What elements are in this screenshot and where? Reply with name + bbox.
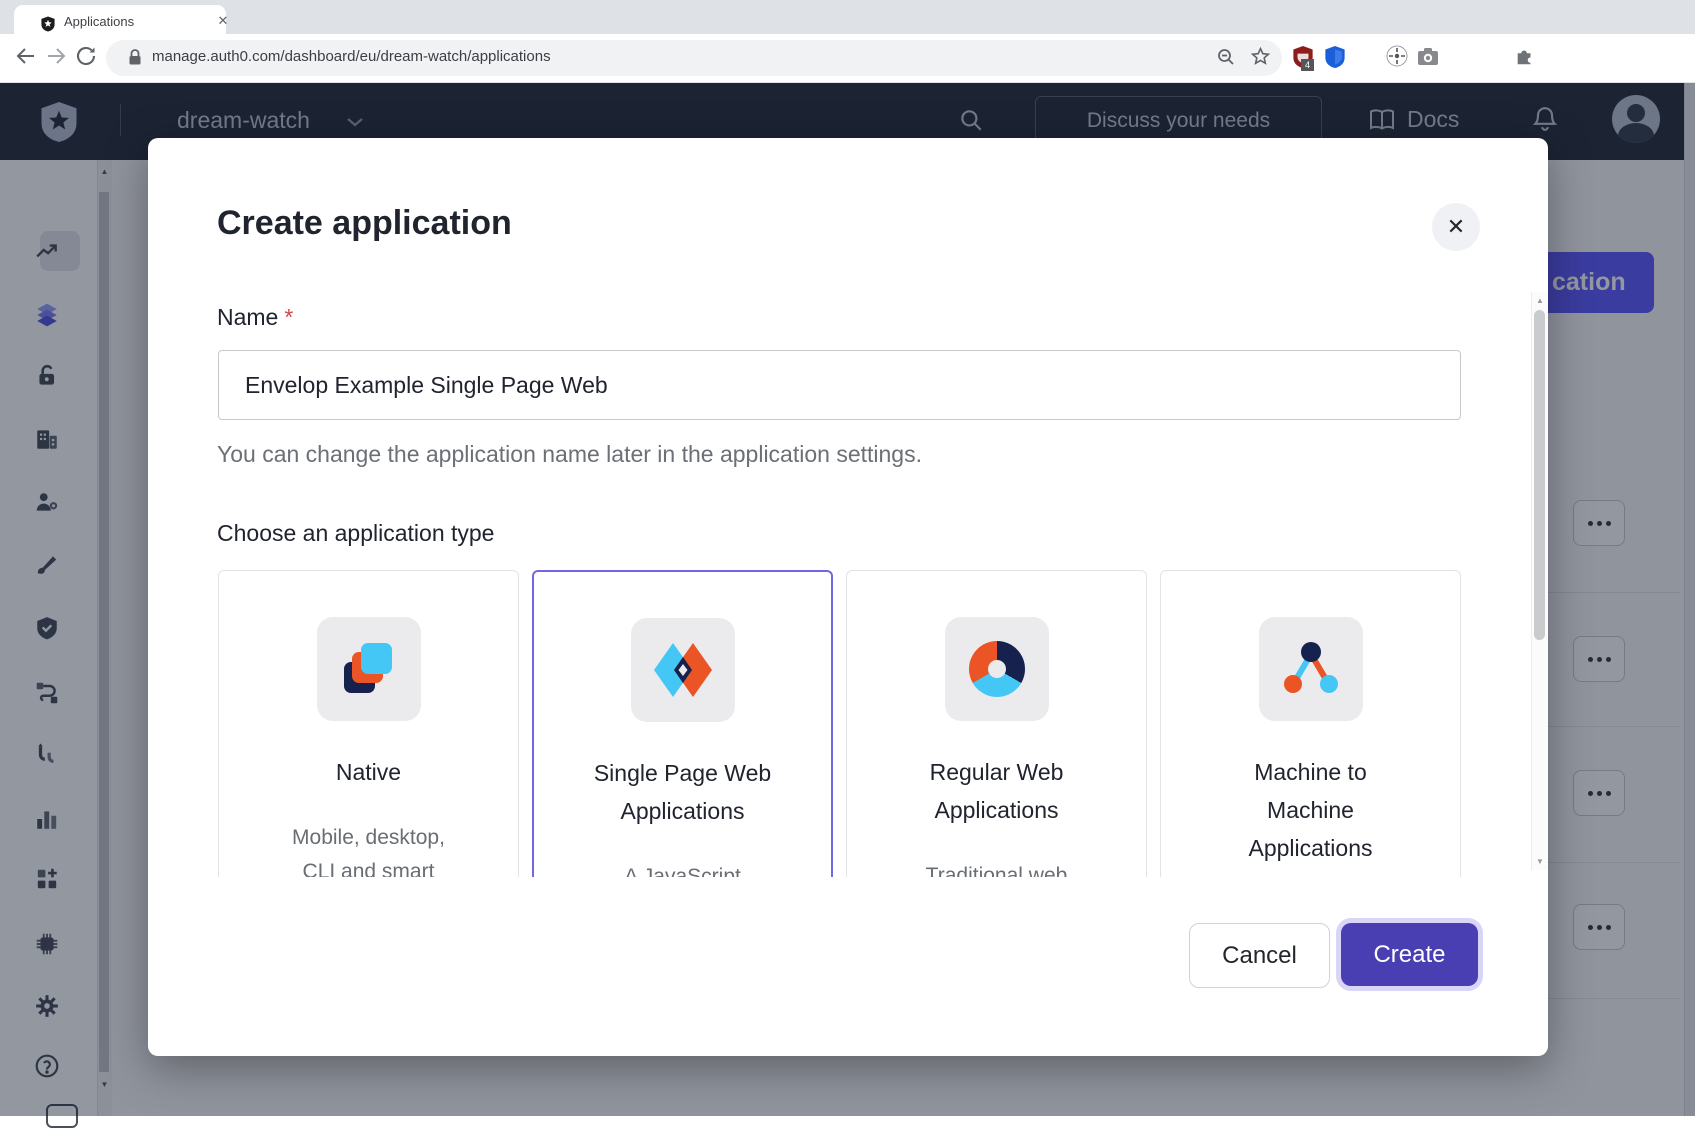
https-lock-icon xyxy=(128,48,142,67)
forward-button[interactable] xyxy=(44,44,72,72)
app-type-card-regular-web[interactable]: Regular WebApplications Traditional web xyxy=(846,570,1147,877)
tab-title: Applications xyxy=(64,14,134,29)
ublock-badge: 4 xyxy=(1301,59,1314,71)
card-description: Mobile, desktop,CLI and smart xyxy=(219,821,518,877)
zoom-page-icon[interactable] xyxy=(1216,47,1236,67)
modal-scroll-down-icon[interactable]: ▼ xyxy=(1532,857,1548,866)
card-description: A JavaScript xyxy=(534,860,831,877)
reload-button[interactable] xyxy=(74,44,102,72)
modal-close-button[interactable]: ✕ xyxy=(1432,203,1480,251)
app-type-card-single-page[interactable]: Single Page WebApplications A JavaScript xyxy=(532,570,833,877)
native-app-icon xyxy=(317,617,421,721)
required-asterisk: * xyxy=(278,304,293,330)
create-button[interactable]: Create xyxy=(1341,923,1478,986)
create-application-modal: ✕ Create application Name* You can chang… xyxy=(148,138,1548,1056)
modal-title: Create application xyxy=(217,204,512,243)
application-type-cards: Native Mobile, desktop,CLI and smart Sin… xyxy=(218,570,1461,877)
camera-extension-icon[interactable] xyxy=(1417,47,1439,66)
application-name-input[interactable] xyxy=(218,350,1461,420)
card-description: Traditional web xyxy=(847,859,1146,877)
bookmark-star-icon[interactable] xyxy=(1250,46,1271,67)
app-type-card-machine-to-machine[interactable]: Machine toMachineApplications xyxy=(1160,570,1461,877)
app-type-card-native[interactable]: Native Mobile, desktop,CLI and smart xyxy=(218,570,519,877)
extensions-puzzle-icon[interactable] xyxy=(1514,45,1536,67)
m2m-app-icon xyxy=(1259,617,1363,721)
modal-scrollbar-thumb[interactable] xyxy=(1534,310,1545,640)
card-label: Native xyxy=(219,753,518,791)
name-helper-text: You can change the application name late… xyxy=(217,441,922,468)
card-label: Regular WebApplications xyxy=(847,753,1146,829)
modal-scroll-up-icon[interactable]: ▲ xyxy=(1532,296,1548,305)
spa-app-icon xyxy=(631,618,735,722)
crosshair-extension-icon[interactable] xyxy=(1386,45,1408,67)
bitwarden-extension-icon[interactable] xyxy=(1324,45,1346,69)
tab-close-icon[interactable]: ✕ xyxy=(214,12,232,30)
cancel-button[interactable]: Cancel xyxy=(1189,923,1330,988)
browser-tabstrip xyxy=(0,0,1695,34)
auth0-favicon-icon xyxy=(40,16,56,32)
url-text[interactable]: manage.auth0.com/dashboard/eu/dream-watc… xyxy=(152,48,551,65)
back-button[interactable] xyxy=(14,44,42,72)
card-label: Machine toMachineApplications xyxy=(1161,753,1460,867)
choose-type-label: Choose an application type xyxy=(217,520,494,547)
modal-scrollbar[interactable]: ▲ ▼ xyxy=(1531,292,1548,870)
regular-web-app-icon xyxy=(945,617,1049,721)
card-label: Single Page WebApplications xyxy=(534,754,831,830)
browser-tab[interactable]: Applications ✕ xyxy=(14,5,226,34)
name-field-label: Name* xyxy=(217,304,293,331)
